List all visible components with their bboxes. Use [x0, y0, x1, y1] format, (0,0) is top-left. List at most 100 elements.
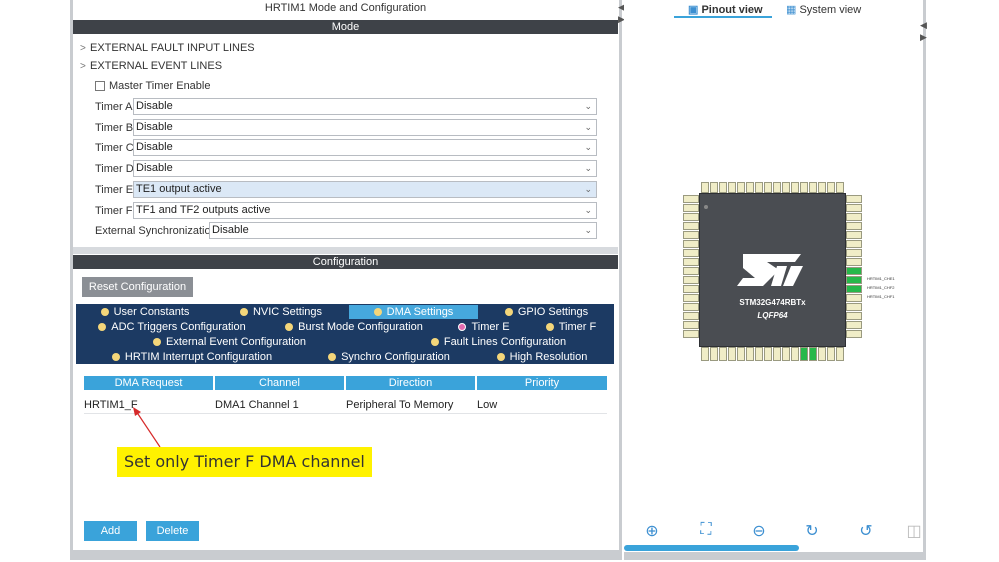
tab-timer-e[interactable]: Timer E	[441, 320, 527, 334]
tab-synchro[interactable]: Synchro Configuration	[309, 350, 469, 364]
expand-icon[interactable]: ▶	[920, 32, 927, 43]
pin-top[interactable]	[773, 182, 781, 193]
pin-left[interactable]	[683, 231, 699, 239]
pin-right[interactable]	[846, 258, 862, 266]
pin-left[interactable]	[683, 267, 699, 275]
pin-left[interactable]	[683, 240, 699, 248]
pin-right[interactable]	[846, 204, 862, 212]
pin-bottom[interactable]	[728, 347, 736, 361]
tab-hrtim-interrupt[interactable]: HRTIM Interrupt Configuration	[77, 350, 307, 364]
pin-top[interactable]	[782, 182, 790, 193]
col-header-direction[interactable]: Direction	[346, 376, 475, 390]
tree-item-event-lines[interactable]: > EXTERNAL EVENT LINES	[80, 60, 222, 72]
pin-top[interactable]	[764, 182, 772, 193]
pin-left[interactable]	[683, 213, 699, 221]
tree-item-fault-lines[interactable]: > EXTERNAL FAULT INPUT LINES	[80, 42, 255, 54]
pin-left[interactable]	[683, 285, 699, 293]
pin-bottom[interactable]	[701, 347, 709, 361]
pin-bottom[interactable]	[809, 347, 817, 361]
tab-adc-triggers[interactable]: ADC Triggers Configuration	[77, 320, 267, 334]
split-view-icon[interactable]: ◫	[904, 521, 924, 541]
pin-right[interactable]	[846, 294, 862, 302]
pin-bottom[interactable]	[719, 347, 727, 361]
tab-external-event[interactable]: External Event Configuration	[77, 335, 382, 349]
add-button[interactable]: Add	[84, 521, 137, 541]
tab-fault-lines[interactable]: Fault Lines Configuration	[384, 335, 613, 349]
fit-view-icon[interactable]: ⛶	[696, 521, 716, 541]
pin-bottom[interactable]	[746, 347, 754, 361]
pin-bottom[interactable]	[791, 347, 799, 361]
pin-right[interactable]	[846, 303, 862, 311]
pin-top[interactable]	[800, 182, 808, 193]
pin-top[interactable]	[809, 182, 817, 193]
timer-f-select[interactable]: TF1 and TF2 outputs active ⌄	[133, 202, 597, 219]
pin-right[interactable]	[846, 222, 862, 230]
timer-c-select[interactable]: Disable ⌄	[133, 139, 597, 156]
pin-top[interactable]	[719, 182, 727, 193]
pin-left[interactable]	[683, 321, 699, 329]
timer-d-select[interactable]: Disable ⌄	[133, 160, 597, 177]
tab-gpio-settings[interactable]: GPIO Settings	[480, 305, 613, 319]
pin-left[interactable]	[683, 195, 699, 203]
pin-left[interactable]	[683, 312, 699, 320]
collapse-right-icon[interactable]: ◀	[920, 20, 927, 31]
pin-right[interactable]	[846, 321, 862, 329]
pin-left[interactable]	[683, 258, 699, 266]
pin-top[interactable]	[746, 182, 754, 193]
pin-top[interactable]	[836, 182, 844, 193]
pin-top[interactable]	[791, 182, 799, 193]
pin-bottom[interactable]	[800, 347, 808, 361]
pin-bottom[interactable]	[764, 347, 772, 361]
master-timer-checkbox[interactable]: Master Timer Enable	[95, 80, 210, 92]
pin-top[interactable]	[737, 182, 745, 193]
pin-right[interactable]	[846, 231, 862, 239]
pin-top[interactable]	[827, 182, 835, 193]
rotate-left-icon[interactable]: ↺	[856, 521, 876, 541]
pin-bottom[interactable]	[710, 347, 718, 361]
pin-top[interactable]	[818, 182, 826, 193]
pin-bottom[interactable]	[773, 347, 781, 361]
pin-left[interactable]	[683, 204, 699, 212]
pin-right[interactable]	[846, 195, 862, 203]
col-header-priority[interactable]: Priority	[477, 376, 607, 390]
checkbox-icon[interactable]	[95, 81, 105, 92]
tab-timer-f[interactable]: Timer F	[529, 320, 613, 334]
col-header-dma-request[interactable]: DMA Request	[84, 376, 213, 390]
pin-left[interactable]	[683, 294, 699, 302]
splitter[interactable]	[73, 247, 618, 254]
tab-nvic-settings[interactable]: NVIC Settings	[215, 305, 347, 319]
rotate-right-icon[interactable]: ↻	[802, 521, 822, 541]
pin-bottom[interactable]	[782, 347, 790, 361]
tab-burst-mode[interactable]: Burst Mode Configuration	[269, 320, 439, 334]
pin-right[interactable]	[846, 267, 862, 275]
reset-configuration-button[interactable]: Reset Configuration	[82, 277, 193, 297]
pin-top[interactable]	[701, 182, 709, 193]
horizontal-scrollbar[interactable]	[624, 545, 799, 551]
tab-high-resolution[interactable]: High Resolution	[471, 350, 613, 364]
pin-left[interactable]	[683, 222, 699, 230]
pin-top[interactable]	[728, 182, 736, 193]
pin-left[interactable]	[683, 330, 699, 338]
timer-b-select[interactable]: Disable ⌄	[133, 119, 597, 136]
tab-dma-settings[interactable]: DMA Settings	[349, 305, 478, 319]
pin-right[interactable]	[846, 213, 862, 221]
zoom-out-icon[interactable]: ⊖	[749, 521, 769, 541]
pin-right[interactable]	[846, 240, 862, 248]
pin-left[interactable]	[683, 303, 699, 311]
pin-right[interactable]	[846, 276, 862, 284]
ext-sync-select[interactable]: Disable ⌄	[209, 222, 597, 239]
pin-bottom[interactable]	[737, 347, 745, 361]
pin-right[interactable]	[846, 330, 862, 338]
pin-top[interactable]	[755, 182, 763, 193]
pin-bottom[interactable]	[827, 347, 835, 361]
pin-right[interactable]	[846, 285, 862, 293]
pin-left[interactable]	[683, 249, 699, 257]
pin-top[interactable]	[710, 182, 718, 193]
col-header-channel[interactable]: Channel	[215, 376, 344, 390]
pin-left[interactable]	[683, 276, 699, 284]
pin-bottom[interactable]	[755, 347, 763, 361]
tab-system-view[interactable]: ▦ System view	[786, 3, 861, 16]
delete-button[interactable]: Delete	[146, 521, 199, 541]
pin-right[interactable]	[846, 312, 862, 320]
timer-a-select[interactable]: Disable ⌄	[133, 98, 597, 115]
